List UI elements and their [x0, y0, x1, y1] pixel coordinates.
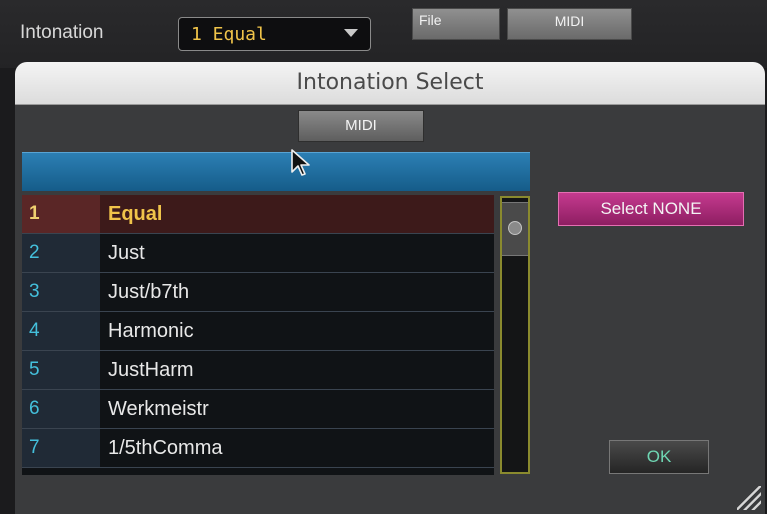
list-scrollbar[interactable]	[500, 196, 530, 474]
intonation-list: 1 Equal 2 Just 3 Just/b7th 4 Harmonic 5 …	[22, 195, 494, 475]
chevron-down-icon	[344, 29, 358, 37]
list-item-name: Harmonic	[108, 320, 194, 342]
list-item-number: 2	[22, 234, 100, 272]
scroll-thumb[interactable]	[502, 202, 528, 256]
mouse-cursor-icon	[291, 149, 310, 176]
list-item-number: 7	[22, 429, 100, 467]
list-item-number: 5	[22, 351, 100, 389]
top-midi-button[interactable]: MIDI	[507, 8, 632, 40]
list-item[interactable]: 3 Just/b7th	[22, 273, 494, 312]
intonation-dropdown[interactable]: 1 Equal	[178, 17, 371, 51]
list-item-name: JustHarm	[108, 359, 194, 381]
list-item[interactable]: 5 JustHarm	[22, 351, 494, 390]
dialog-title: Intonation Select	[15, 62, 765, 105]
list-item[interactable]: 4 Harmonic	[22, 312, 494, 351]
list-item-number: 1	[22, 195, 100, 233]
intonation-select-dialog: Intonation Select MIDI 1 Equal 2 Just 3 …	[15, 62, 765, 514]
select-none-button[interactable]: Select NONE	[558, 192, 744, 226]
list-item-name: Werkmeistr	[108, 398, 209, 420]
list-item-number: 3	[22, 273, 100, 311]
list-header-bar	[22, 152, 530, 191]
list-item[interactable]: 2 Just	[22, 234, 494, 273]
scroll-thumb-icon	[508, 221, 522, 235]
list-item-name: 1/5thComma	[108, 437, 223, 459]
list-item[interactable]: 7 1/5thComma	[22, 429, 494, 468]
ok-button[interactable]: OK	[609, 440, 709, 474]
list-item[interactable]: 1 Equal	[22, 195, 494, 234]
intonation-label: Intonation	[20, 22, 104, 43]
list-item-name: Equal	[108, 203, 163, 225]
dialog-midi-button[interactable]: MIDI	[298, 110, 424, 142]
top-bar: Intonation 1 Equal File MIDI	[0, 0, 767, 68]
list-item-number: 6	[22, 390, 100, 428]
list-item[interactable]: 6 Werkmeistr	[22, 390, 494, 429]
file-button[interactable]: File	[412, 8, 500, 40]
list-item-number: 4	[22, 312, 100, 350]
list-item-name: Just/b7th	[108, 281, 190, 303]
list-item-name: Just	[108, 242, 145, 264]
intonation-dropdown-value: 1 Equal	[191, 24, 267, 45]
resize-grip-icon[interactable]	[737, 486, 761, 510]
